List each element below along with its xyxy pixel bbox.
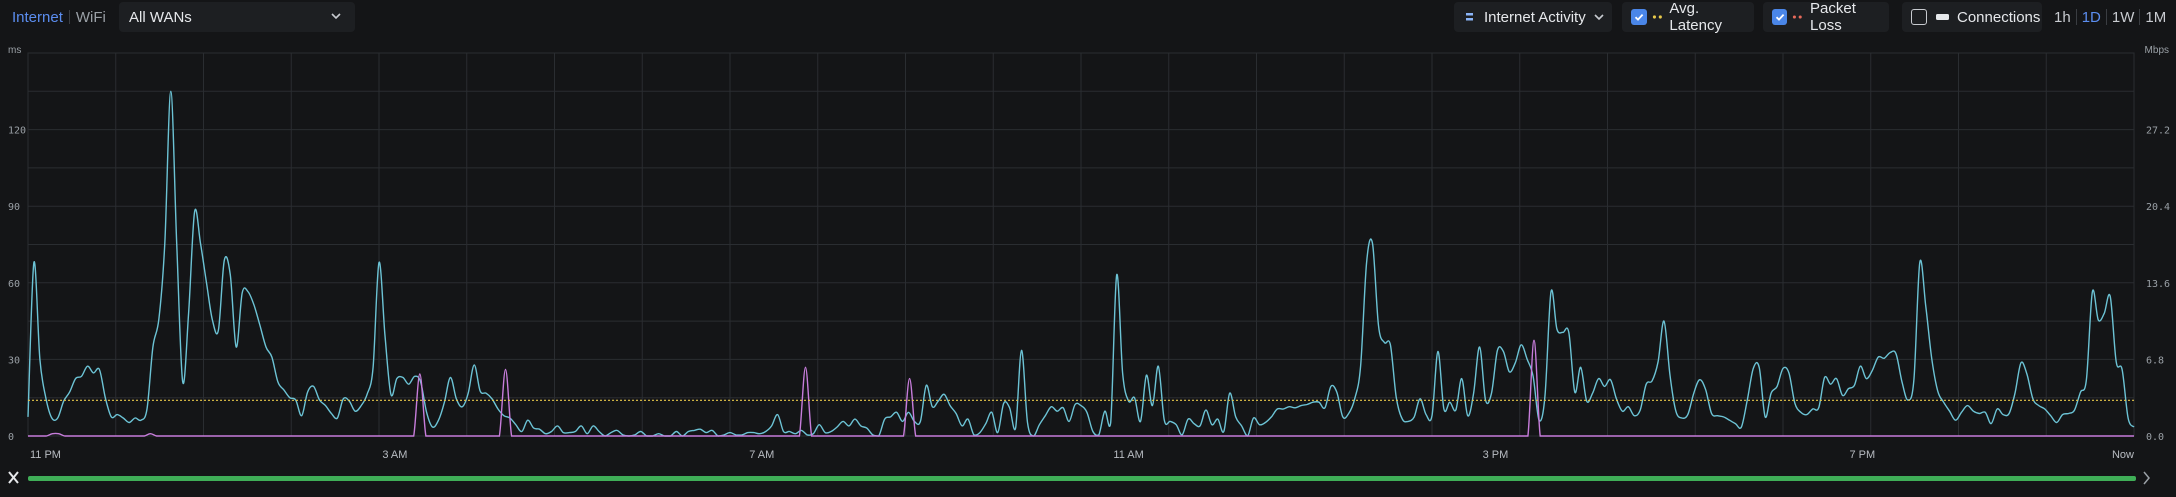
right-tick-label: 13.6: [2146, 279, 2170, 290]
left-axis-unit: ms: [8, 45, 21, 56]
x-axis-label: 3 PM: [1483, 449, 1509, 461]
left-tick-label: 0: [8, 432, 14, 443]
x-axis-label: Now: [2112, 449, 2134, 461]
right-axis-ticks: 0.0 6.8 13.6 20.4 27.2: [2146, 126, 2170, 443]
x-axis-label: 11 PM: [30, 449, 61, 461]
x-axis-label: 3 AM: [382, 449, 407, 461]
scrubber-track: [8, 471, 2150, 485]
chart-grid: [27, 52, 2135, 437]
left-tick-label: 90: [8, 202, 20, 213]
left-tick-label: 120: [8, 126, 26, 137]
close-icon[interactable]: [8, 471, 19, 484]
x-axis-label: 7 PM: [1849, 449, 1875, 461]
x-axis-label: 11 AM: [1113, 449, 1143, 461]
right-axis-unit: Mbps: [2145, 45, 2169, 56]
chevron-right-icon[interactable]: [2143, 471, 2150, 485]
left-axis-ticks: 0 30 60 90 120: [8, 126, 26, 443]
x-axis-labels: 11 PM 3 AM 7 AM 11 AM 3 PM 7 PM Now: [30, 449, 2134, 461]
time-scrubber[interactable]: [0, 466, 2176, 492]
left-tick-label: 60: [8, 279, 20, 290]
left-tick-label: 30: [8, 355, 20, 366]
right-tick-label: 0.0: [2146, 432, 2164, 443]
scrubber-range-bar[interactable]: [28, 476, 2136, 481]
x-axis-label: 7 AM: [749, 449, 774, 461]
right-tick-label: 20.4: [2146, 202, 2170, 213]
right-tick-label: 27.2: [2146, 126, 2170, 137]
internet-activity-chart[interactable]: ms Mbps 0 30 60 90 120 0.0 6.8 13.6 20.4 27.2 11…: [0, 0, 2176, 466]
right-tick-label: 6.8: [2146, 355, 2164, 366]
